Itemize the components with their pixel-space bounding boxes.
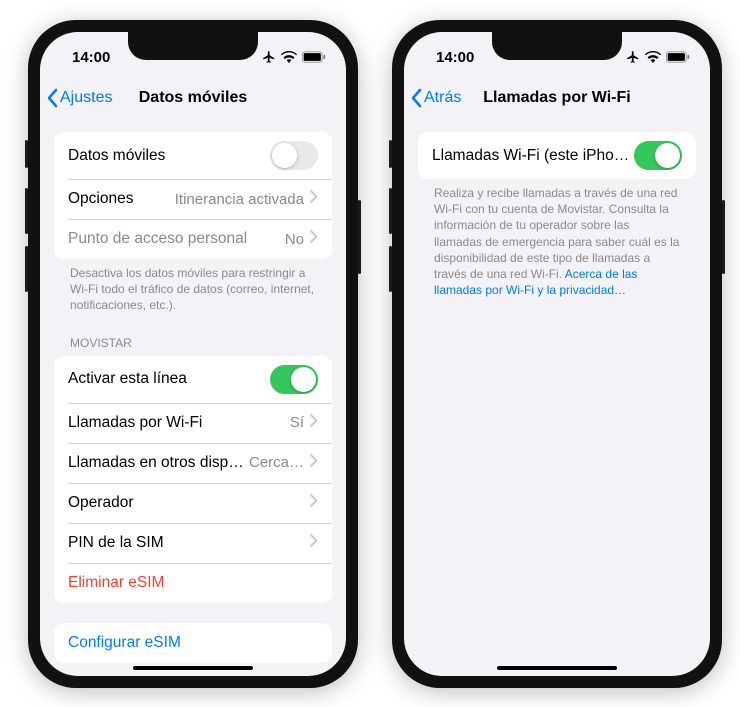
row-detail: Cerca…	[249, 454, 304, 471]
row-detail: No	[285, 231, 304, 248]
row-label: Opciones	[68, 190, 175, 208]
status-time: 14:00	[60, 43, 110, 66]
nav-bar: Atrás Llamadas por Wi-Fi	[404, 76, 710, 120]
back-button[interactable]: Ajustes	[40, 88, 112, 108]
chevron-right-icon	[310, 534, 318, 552]
row-cellular-data[interactable]: Datos móviles	[54, 132, 332, 179]
row-label: Datos móviles	[68, 147, 270, 165]
battery-icon	[666, 51, 690, 63]
airplane-icon	[262, 50, 276, 64]
line-toggle[interactable]	[270, 365, 318, 394]
back-label: Ajustes	[60, 89, 112, 107]
notch	[492, 32, 622, 60]
group-carrier: Activar esta línea Llamadas por Wi-Fi Sí…	[54, 356, 332, 603]
screen-left: 14:00 Ajustes Datos móviles Datos móvile…	[40, 32, 346, 676]
row-wifi-calling-this-iphone[interactable]: Llamadas Wi-Fi (este iPhone)	[418, 132, 696, 179]
status-time: 14:00	[424, 43, 474, 66]
phone-left: 14:00 Ajustes Datos móviles Datos móvile…	[28, 20, 358, 688]
status-icons	[626, 44, 690, 64]
row-label: PIN de la SIM	[68, 534, 310, 552]
chevron-left-icon	[410, 88, 422, 108]
wifi-icon	[645, 51, 661, 63]
back-label: Atrás	[424, 89, 461, 107]
carrier-header: MOVISTAR	[40, 336, 346, 350]
row-detail: Sí	[290, 414, 304, 431]
row-configure-esim[interactable]: Configurar eSIM	[54, 623, 332, 663]
footer-text: Realiza y recibe llamadas a través de un…	[434, 186, 679, 281]
row-carrier[interactable]: Operador	[54, 483, 332, 523]
cellular-data-toggle[interactable]	[270, 141, 318, 170]
row-label: Eliminar eSIM	[68, 574, 318, 592]
row-label: Punto de acceso personal	[68, 230, 285, 248]
row-label: Llamadas en otros dispositivos	[68, 454, 249, 472]
home-indicator	[133, 666, 253, 670]
row-label: Operador	[68, 494, 310, 512]
row-turn-on-line[interactable]: Activar esta línea	[54, 356, 332, 403]
airplane-icon	[626, 50, 640, 64]
wifi-icon	[281, 51, 297, 63]
group-wifi-calling: Llamadas Wi-Fi (este iPhone)	[418, 132, 696, 179]
settings-content[interactable]: Datos móviles Opciones Itinerancia activ…	[40, 120, 346, 676]
chevron-left-icon	[46, 88, 58, 108]
nav-bar: Ajustes Datos móviles	[40, 76, 346, 120]
row-label: Llamadas Wi-Fi (este iPhone)	[432, 147, 634, 165]
row-label: Activar esta línea	[68, 370, 270, 388]
chevron-right-icon	[310, 190, 318, 208]
chevron-right-icon	[310, 494, 318, 512]
row-label: Configurar eSIM	[68, 634, 318, 652]
row-sim-pin[interactable]: PIN de la SIM	[54, 523, 332, 563]
battery-icon	[302, 51, 326, 63]
screen-right: 14:00 Atrás Llamadas por Wi-Fi Llamadas …	[404, 32, 710, 676]
settings-content[interactable]: Llamadas Wi-Fi (este iPhone) Realiza y r…	[404, 120, 710, 676]
phone-right: 14:00 Atrás Llamadas por Wi-Fi Llamadas …	[392, 20, 722, 688]
group-configure-esim: Configurar eSIM	[54, 623, 332, 663]
row-options[interactable]: Opciones Itinerancia activada	[54, 179, 332, 219]
status-icons	[262, 44, 326, 64]
row-label: Llamadas por Wi-Fi	[68, 414, 290, 432]
chevron-right-icon	[310, 230, 318, 248]
row-delete-esim[interactable]: Eliminar eSIM	[54, 563, 332, 603]
cellular-footer: Desactiva los datos móviles para restrin…	[40, 259, 346, 314]
group-cellular: Datos móviles Opciones Itinerancia activ…	[54, 132, 332, 259]
chevron-right-icon	[310, 414, 318, 432]
wifi-calling-footer: Realiza y recibe llamadas a través de un…	[404, 179, 710, 298]
row-detail: Itinerancia activada	[175, 191, 304, 208]
back-button[interactable]: Atrás	[404, 88, 461, 108]
row-wifi-calling[interactable]: Llamadas por Wi-Fi Sí	[54, 403, 332, 443]
chevron-right-icon	[310, 454, 318, 472]
row-personal-hotspot[interactable]: Punto de acceso personal No	[54, 219, 332, 259]
row-calls-other-devices[interactable]: Llamadas en otros dispositivos Cerca…	[54, 443, 332, 483]
wifi-calling-toggle[interactable]	[634, 141, 682, 170]
home-indicator	[497, 666, 617, 670]
notch	[128, 32, 258, 60]
